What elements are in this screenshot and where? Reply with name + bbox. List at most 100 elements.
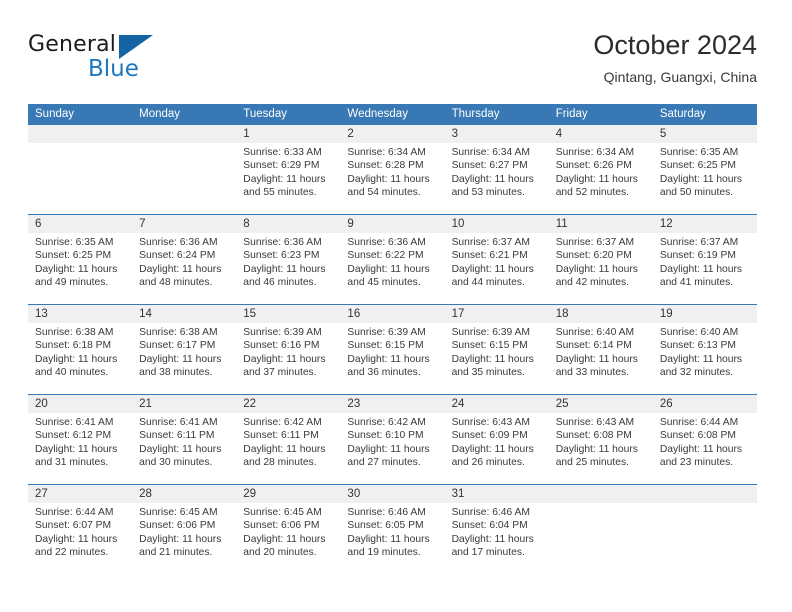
day-details: Sunrise: 6:35 AM Sunset: 6:25 PM Daylight:… (28, 233, 132, 289)
day-detail-line: Sunrise: 6:44 AM (659, 417, 739, 428)
day-detail-line: Sunset: 6:16 PM (243, 340, 320, 352)
day-number: 13 (28, 305, 133, 323)
day-detail-line: Sunrise: 6:43 AM (451, 417, 530, 428)
day-detail-line: Sunset: 6:28 PM (347, 160, 424, 172)
day-detail-line: Sunrise: 6:45 AM (243, 507, 322, 518)
day-detail-line: Sunrise: 6:36 AM (347, 237, 426, 248)
day-detail-line: and 48 minutes. (139, 276, 213, 288)
day-cell[interactable]: 3 Sunrise: 6:34 AM Sunset: 6:27 PM Daylight… (444, 125, 549, 214)
day-cell[interactable]: 22 Sunrise: 6:42 AM Sunset: 6:11 PM Dayligh… (236, 395, 341, 484)
day-number: 5 (652, 125, 757, 143)
day-detail-line: Sunset: 6:25 PM (35, 250, 112, 262)
day-detail-line: and 54 minutes. (347, 186, 421, 198)
day-number: 28 (132, 485, 237, 503)
day-detail-line: Sunrise: 6:37 AM (451, 237, 530, 248)
day-detail-line: Sunset: 6:23 PM (243, 250, 320, 262)
day-number: 2 (340, 125, 445, 143)
day-cell[interactable]: 26 Sunrise: 6:44 AM Sunset: 6:08 PM Dayligh… (652, 395, 757, 484)
day-cell[interactable]: 2 Sunrise: 6:34 AM Sunset: 6:28 PM Daylight… (340, 125, 445, 214)
day-detail-line: Sunset: 6:09 PM (451, 430, 528, 442)
day-cell[interactable]: 6 Sunrise: 6:35 AM Sunset: 6:25 PM Daylight… (28, 215, 133, 304)
day-detail-line: Sunrise: 6:40 AM (555, 327, 635, 338)
day-cell[interactable]: 5 Sunrise: 6:35 AM Sunset: 6:25 PM Daylight… (652, 125, 757, 214)
page-title: October 2024 (593, 30, 757, 60)
day-cell[interactable]: 9 Sunrise: 6:36 AM Sunset: 6:22 PM Daylight… (340, 215, 445, 304)
weekday-header-row: Sunday Monday Tuesday Wednesday Thursday Frid… (28, 104, 757, 125)
day-detail-line: Sunset: 6:24 PM (139, 250, 216, 262)
day-cell[interactable]: 21 Sunrise: 6:41 AM Sunset: 6:11 PM Dayligh… (132, 395, 237, 484)
day-details: Sunrise: 6:44 AM Sunset: 6:07 PM Daylight:… (28, 503, 132, 559)
day-detail-line: and 42 minutes. (555, 276, 629, 288)
day-cell[interactable]: 4 Sunrise: 6:34 AM Sunset: 6:26 PM Daylight… (548, 125, 653, 214)
weekday-header-monday: Monday (139, 108, 181, 120)
day-number: 22 (236, 395, 341, 413)
day-cell[interactable]: 14 Sunrise: 6:38 AM Sunset: 6:17 PM Dayligh… (132, 305, 237, 394)
day-details: Sunrise: 6:46 AM Sunset: 6:05 PM Daylight:… (340, 503, 444, 559)
day-number: 1 (236, 125, 341, 143)
calendar-week-row: 6 Sunrise: 6:35 AM Sunset: 6:25 PM Daylight… (28, 214, 757, 304)
day-detail-line: Sunrise: 6:41 AM (139, 417, 218, 428)
day-detail-line: Sunset: 6:15 PM (347, 340, 424, 352)
day-cell[interactable]: 25 Sunrise: 6:43 AM Sunset: 6:08 PM Dayligh… (548, 395, 653, 484)
day-details: Sunrise: 6:37 AM Sunset: 6:19 PM Daylight:… (653, 233, 757, 289)
day-details: Sunrise: 6:34 AM Sunset: 6:26 PM Daylight:… (549, 143, 653, 199)
day-detail-line: and 45 minutes. (347, 276, 421, 288)
day-details: Sunrise: 6:34 AM Sunset: 6:27 PM Daylight:… (445, 143, 549, 199)
day-detail-line: and 46 minutes. (243, 276, 317, 288)
day-number (132, 125, 237, 143)
day-detail-line: Sunset: 6:25 PM (659, 160, 736, 172)
day-detail-line: Daylight: 11 hours (659, 263, 743, 275)
day-cell[interactable]: 12 Sunrise: 6:37 AM Sunset: 6:19 PM Dayligh… (652, 215, 757, 304)
day-detail-line: and 19 minutes. (347, 546, 421, 558)
day-cell[interactable]: 23 Sunrise: 6:42 AM Sunset: 6:10 PM Dayligh… (340, 395, 445, 484)
day-cell[interactable]: 30 Sunrise: 6:46 AM Sunset: 6:05 PM Dayligh… (340, 485, 445, 574)
day-detail-line: Sunset: 6:11 PM (139, 430, 215, 442)
day-detail-line: Daylight: 11 hours (139, 353, 222, 365)
day-detail-line: Sunrise: 6:34 AM (347, 147, 426, 158)
page-header: General Blue October 2024 Qintang, Guang… (28, 28, 757, 98)
day-number: 26 (652, 395, 757, 413)
day-detail-line: and 17 minutes. (451, 546, 525, 558)
day-detail-line: Sunset: 6:08 PM (555, 430, 632, 442)
day-detail-line: Sunrise: 6:45 AM (139, 507, 218, 518)
day-cell[interactable]: 29 Sunrise: 6:45 AM Sunset: 6:06 PM Dayligh… (236, 485, 341, 574)
day-detail-line: Sunrise: 6:33 AM (243, 147, 322, 158)
day-detail-line: Daylight: 11 hours (555, 443, 638, 455)
day-cell[interactable]: 11 Sunrise: 6:37 AM Sunset: 6:20 PM Dayligh… (548, 215, 653, 304)
day-detail-line: and 55 minutes. (243, 186, 317, 198)
day-cell[interactable]: 7 Sunrise: 6:36 AM Sunset: 6:24 PM Daylight… (132, 215, 237, 304)
calendar-page: General Blue October 2024 Qintang, Guang… (0, 0, 792, 612)
day-cell[interactable]: 1 Sunrise: 6:33 AM Sunset: 6:29 PM Daylight… (236, 125, 341, 214)
day-cell[interactable]: 10 Sunrise: 6:37 AM Sunset: 6:21 PM Dayligh… (444, 215, 549, 304)
day-cell[interactable]: 31 Sunrise: 6:46 AM Sunset: 6:04 PM Dayligh… (444, 485, 549, 574)
day-cell[interactable]: 20 Sunrise: 6:41 AM Sunset: 6:12 PM Dayligh… (28, 395, 133, 484)
day-cell[interactable]: 13 Sunrise: 6:38 AM Sunset: 6:18 PM Dayligh… (28, 305, 133, 394)
day-cell[interactable]: 18 Sunrise: 6:40 AM Sunset: 6:14 PM Dayligh… (548, 305, 653, 394)
day-cell[interactable]: 24 Sunrise: 6:43 AM Sunset: 6:09 PM Dayligh… (444, 395, 549, 484)
day-detail-line: Daylight: 11 hours (451, 443, 534, 455)
day-cell[interactable]: 27 Sunrise: 6:44 AM Sunset: 6:07 PM Dayligh… (28, 485, 133, 574)
day-details: Sunrise: 6:38 AM Sunset: 6:18 PM Daylight:… (28, 323, 132, 379)
day-details: Sunrise: 6:38 AM Sunset: 6:17 PM Daylight:… (132, 323, 236, 379)
day-detail-line: Sunrise: 6:39 AM (243, 327, 322, 338)
day-cell[interactable]: 16 Sunrise: 6:39 AM Sunset: 6:15 PM Dayligh… (340, 305, 445, 394)
day-detail-line: and 30 minutes. (139, 456, 213, 468)
day-number: 20 (28, 395, 133, 413)
day-detail-line: Daylight: 11 hours (35, 263, 118, 275)
day-detail-line: Sunset: 6:12 PM (35, 430, 112, 442)
day-cell[interactable]: 15 Sunrise: 6:39 AM Sunset: 6:16 PM Dayligh… (236, 305, 341, 394)
day-cell[interactable]: 28 Sunrise: 6:45 AM Sunset: 6:06 PM Dayligh… (132, 485, 237, 574)
day-number (652, 485, 757, 503)
day-detail-line: and 36 minutes. (347, 366, 421, 378)
day-number: 4 (548, 125, 653, 143)
day-number: 10 (444, 215, 549, 233)
day-cell[interactable]: 19 Sunrise: 6:40 AM Sunset: 6:13 PM Dayligh… (652, 305, 757, 394)
day-detail-line: Sunrise: 6:34 AM (451, 147, 530, 158)
day-number: 11 (548, 215, 653, 233)
day-detail-line: Sunrise: 6:37 AM (555, 237, 635, 248)
day-detail-line: Sunrise: 6:38 AM (35, 327, 114, 338)
day-detail-line: and 22 minutes. (35, 546, 109, 558)
day-cell[interactable]: 17 Sunrise: 6:39 AM Sunset: 6:15 PM Dayligh… (444, 305, 549, 394)
day-detail-line: Sunrise: 6:39 AM (451, 327, 530, 338)
day-cell[interactable]: 8 Sunrise: 6:36 AM Sunset: 6:23 PM Daylight… (236, 215, 341, 304)
